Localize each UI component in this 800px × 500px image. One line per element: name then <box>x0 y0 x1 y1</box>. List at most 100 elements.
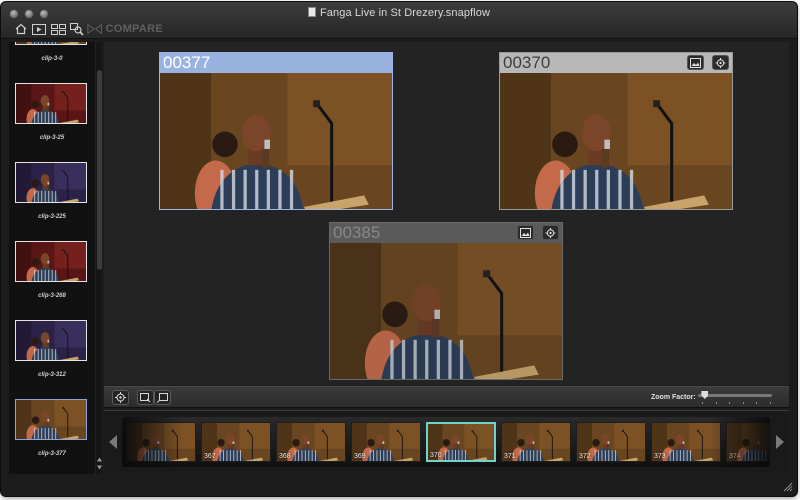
image-export-icon <box>690 57 701 68</box>
frame-number-label: 367 <box>204 453 216 460</box>
sidebar-clip-item[interactable]: clip-3-312 <box>9 320 95 400</box>
frame-in-icon <box>140 392 151 402</box>
sidebar-clip-item[interactable]: clip-3-268 <box>9 241 95 321</box>
panel-target-button[interactable] <box>542 225 559 240</box>
clip-label: clip-3-25 <box>39 135 65 141</box>
filmstrip-right-arrow-icon[interactable] <box>774 433 786 451</box>
play-button[interactable] <box>31 22 47 36</box>
image-export-icon <box>520 227 531 238</box>
clip-sidebar[interactable]: clip-3-0 clip-3-25 clip-3-225 clip-3-268 cli… <box>9 42 102 474</box>
sidebar-clip-item[interactable]: clip-3-0 <box>9 42 95 84</box>
control-bar: Zoom Factor: <box>104 386 789 408</box>
video-frame-image <box>16 84 86 123</box>
zoom-factor-label: Zoom Factor: <box>651 394 696 401</box>
sidebar-clip-item[interactable]: clip-3-225 <box>9 162 95 242</box>
zoom-tick <box>756 402 757 404</box>
video-frame-image <box>127 423 195 461</box>
panel-header: 00377 <box>160 53 392 73</box>
filmstrip-frame[interactable]: 369 <box>351 422 421 462</box>
home-button[interactable] <box>13 22 29 36</box>
target-icon <box>115 392 126 403</box>
zoom-slider-track[interactable] <box>698 394 772 397</box>
clip-thumbnail[interactable] <box>15 162 87 203</box>
home-icon <box>15 23 27 35</box>
clip-thumbnail[interactable] <box>15 241 87 282</box>
filmstrip-frame[interactable]: 371 <box>501 422 571 462</box>
frame-number-label: 373 <box>654 453 666 460</box>
frame-number-label: 371 <box>504 453 516 460</box>
compare-panel-2[interactable]: 00370 <box>499 52 733 210</box>
clip-label: clip-3-268 <box>38 293 66 299</box>
zoom-tick <box>715 402 717 404</box>
remove-frame-button[interactable] <box>154 390 171 405</box>
search-icon <box>70 22 84 36</box>
compare-label: COMPARE <box>105 23 163 35</box>
frame-number-label: 372 <box>579 453 591 460</box>
window-title-text: Fanga Live in St Drezery.snapflow <box>319 7 490 19</box>
zoom-factor-slider[interactable] <box>698 391 774 405</box>
filmstrip-frame[interactable] <box>126 422 196 462</box>
compare-panel-1[interactable]: 00377 <box>159 52 393 210</box>
target-button[interactable] <box>112 390 129 405</box>
panel-timecode: 00385 <box>333 223 381 242</box>
clip-thumbnail[interactable] <box>15 320 87 361</box>
compare-panel-3[interactable]: 00385 <box>329 222 563 380</box>
video-frame-image <box>16 42 86 44</box>
scroll-down-arrow-icon[interactable] <box>97 465 102 470</box>
frame-number-label: 370 <box>430 452 442 459</box>
filmstrip-frame[interactable]: 367 <box>201 422 271 462</box>
clip-thumbnail[interactable] <box>15 399 87 440</box>
panel-timecode: 00377 <box>163 53 211 72</box>
document-icon <box>307 7 316 17</box>
search-button[interactable] <box>69 22 85 36</box>
panel-target-button[interactable] <box>712 55 729 70</box>
resize-grip-icon[interactable] <box>781 480 793 492</box>
compare-icon <box>87 23 103 35</box>
filmstrip-frame[interactable]: 370 <box>426 422 496 462</box>
scroll-up-arrow-icon[interactable] <box>97 457 102 462</box>
zoom-tick <box>702 402 703 404</box>
layout-button[interactable] <box>50 22 66 36</box>
video-frame-image <box>160 73 392 209</box>
sidebar-clip-item[interactable]: clip-3-377 <box>9 399 95 474</box>
filmstrip-frame[interactable]: 374 <box>726 422 770 462</box>
panel-video-frame[interactable] <box>500 73 732 209</box>
frame-number-label: 368 <box>279 453 291 460</box>
video-frame-image <box>16 400 86 439</box>
title-bar: Fanga Live in St Drezery.snapflow COMPAR… <box>1 2 797 39</box>
filmstrip-left-arrow-icon[interactable] <box>107 433 119 451</box>
zoom-tick <box>769 402 771 404</box>
clip-label: clip-3-225 <box>38 214 66 220</box>
target-icon <box>715 57 726 68</box>
sidebar-clip-item[interactable]: clip-3-25 <box>9 83 95 163</box>
panel-video-frame[interactable] <box>160 73 392 209</box>
filmstrip: 367 368 369 370 371 372 373 374 <box>104 410 789 472</box>
panel-export-button[interactable] <box>517 225 534 240</box>
clip-thumbnail[interactable] <box>15 83 87 124</box>
layout-grid-icon <box>50 23 66 35</box>
zoom-slider-knob[interactable] <box>701 391 709 399</box>
target-icon <box>545 227 556 238</box>
clip-label: clip-3-377 <box>38 451 66 457</box>
clip-thumbnail[interactable] <box>15 42 87 45</box>
filmstrip-frame[interactable]: 368 <box>276 422 346 462</box>
play-icon <box>32 23 46 35</box>
compare-area: 00377 00370 00385 <box>104 42 789 385</box>
panel-header: 00370 <box>500 53 732 73</box>
app-window: Fanga Live in St Drezery.snapflow COMPAR… <box>1 2 797 496</box>
panel-export-button[interactable] <box>687 55 704 70</box>
filmstrip-frame[interactable]: 373 <box>651 422 721 462</box>
panel-video-frame[interactable] <box>330 243 562 379</box>
frame-number-label: 369 <box>354 453 366 460</box>
sidebar-scrollbar[interactable] <box>95 42 102 474</box>
filmstrip-track[interactable]: 367 368 369 370 371 372 373 374 <box>122 417 770 467</box>
zoom-tick <box>729 402 730 404</box>
panel-timecode: 00370 <box>503 53 551 72</box>
compare-button[interactable]: COMPARE <box>87 22 163 36</box>
sidebar-scroll-thumb[interactable] <box>97 70 102 270</box>
add-frame-button[interactable] <box>137 390 154 405</box>
video-frame-image <box>16 163 86 202</box>
clip-label: clip-3-312 <box>38 372 66 378</box>
filmstrip-frame[interactable]: 372 <box>576 422 646 462</box>
video-frame-image <box>500 73 732 209</box>
